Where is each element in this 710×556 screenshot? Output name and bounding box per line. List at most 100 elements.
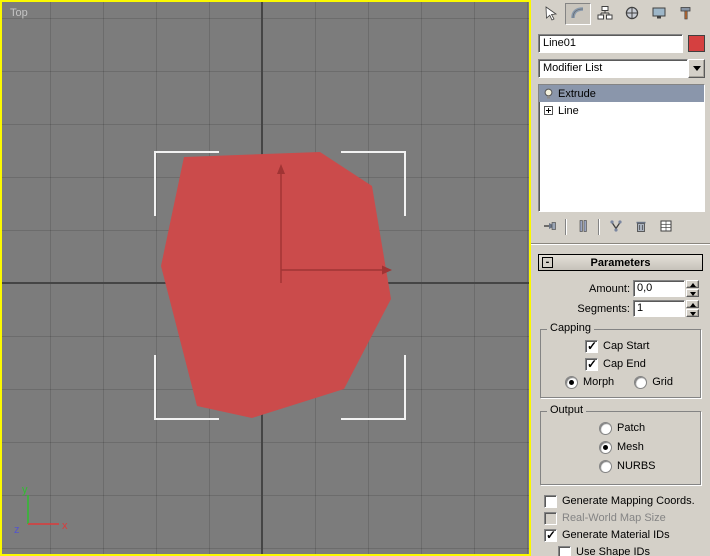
cap-end-label[interactable]: Cap End [603, 358, 646, 370]
tab-modify[interactable] [565, 3, 591, 25]
cap-type-row: Morph Grid [565, 375, 696, 389]
patch-radio[interactable] [599, 421, 612, 435]
spin-down-icon [690, 292, 696, 296]
display-monitor-icon [651, 5, 667, 24]
modifier-list-dropdown-button[interactable] [688, 59, 705, 78]
cap-start-checkbox[interactable] [585, 339, 598, 353]
motion-wheel-icon [624, 5, 640, 24]
amount-spin-up-button[interactable] [686, 280, 699, 288]
modifier-list-value[interactable]: Modifier List [538, 59, 688, 78]
nurbs-radio[interactable] [599, 459, 612, 473]
base-object-label: Line [558, 104, 579, 117]
modifier-stack: Extrude Line [538, 84, 705, 212]
patch-label[interactable]: Patch [617, 422, 645, 434]
show-end-result-icon [576, 219, 590, 236]
extruded-shape[interactable] [161, 152, 391, 418]
chevron-down-icon [692, 66, 701, 71]
configure-sets-icon [659, 219, 673, 236]
object-color-swatch[interactable] [688, 35, 705, 52]
remove-modifier-button[interactable] [629, 217, 652, 237]
capping-group-title: Capping [547, 322, 594, 334]
segments-spinner [686, 300, 699, 317]
amount-input[interactable]: 0,0 [633, 280, 685, 297]
real-world-map-size-label: Real-World Map Size [562, 512, 666, 524]
panel-divider [531, 243, 710, 245]
output-group: Output Patch Mesh NURBS [540, 404, 701, 485]
generate-material-ids-checkbox[interactable] [544, 528, 557, 542]
modifier-list-dropdown[interactable]: Modifier List [538, 59, 705, 78]
morph-label[interactable]: Morph [583, 376, 614, 388]
nurbs-label[interactable]: NURBS [617, 460, 656, 472]
spin-up-icon [690, 303, 696, 307]
segments-spin-down-button[interactable] [686, 309, 699, 317]
command-panel-tabs [531, 0, 710, 27]
grid-label[interactable]: Grid [652, 376, 673, 388]
show-end-result-button[interactable] [571, 217, 594, 237]
viewport-top[interactable]: y x z Top [0, 0, 531, 556]
3ds-max-window: y x z Top Line01 Modifier List Extrude L… [0, 0, 710, 556]
tab-utilities[interactable] [673, 3, 699, 25]
viewport-grid: y x z Top [2, 2, 529, 554]
generate-mapping-coords-row: Generate Mapping Coords. [544, 494, 703, 508]
modifier-stack-item-extrude[interactable]: Extrude [539, 85, 704, 102]
viewport-label[interactable]: Top [10, 7, 28, 19]
cap-end-row: Cap End [585, 357, 696, 371]
spin-down-icon [690, 312, 696, 316]
mesh-radio[interactable] [599, 440, 612, 454]
amount-spinner [686, 280, 699, 297]
tab-hierarchy[interactable] [592, 3, 618, 25]
tab-create[interactable] [538, 3, 564, 25]
parameters-rollout-body: Amount: 0,0 Segments: 1 Capping ✓ Cap St… [538, 271, 703, 556]
segments-spin-up-button[interactable] [686, 300, 699, 308]
cap-start-label[interactable]: Cap Start [603, 340, 649, 352]
capping-group: Capping Cap Start Cap End Morph Grid [540, 322, 701, 398]
modifier-bulb-icon[interactable] [542, 88, 554, 100]
modifier-stack-toolbar [538, 215, 705, 239]
viewport-scene: y x z [14, 151, 406, 536]
hierarchy-boxes-icon [597, 5, 613, 24]
tab-display[interactable] [646, 3, 672, 25]
collapse-icon[interactable]: - [542, 257, 553, 268]
nurbs-row: NURBS [599, 459, 696, 473]
mesh-label[interactable]: Mesh [617, 441, 644, 453]
cap-end-checkbox[interactable] [585, 357, 598, 371]
configure-modifier-sets-button[interactable] [654, 217, 677, 237]
amount-spin-down-button[interactable] [686, 289, 699, 297]
parameters-rollout: - Parameters Amount: 0,0 Segments: 1 Cap… [538, 254, 703, 556]
generate-material-ids-row: Generate Material IDs [544, 528, 703, 542]
axis-y-label: y [22, 484, 28, 496]
object-name-input[interactable]: Line01 [538, 34, 683, 53]
axis-z-label: z [14, 524, 20, 536]
real-world-map-size-checkbox[interactable] [544, 511, 557, 525]
patch-row: Patch [599, 421, 696, 435]
morph-radio[interactable] [565, 375, 578, 389]
generate-mapping-coords-checkbox[interactable] [544, 494, 557, 508]
grid-radio[interactable] [634, 375, 648, 389]
parameters-rollout-header[interactable]: - Parameters [538, 254, 703, 271]
modifier-stack-item-label: Extrude [558, 87, 596, 100]
generate-mapping-coords-label[interactable]: Generate Mapping Coords. [562, 495, 695, 507]
command-panel: Line01 Modifier List Extrude Line - Para… [531, 0, 710, 556]
object-name-row: Line01 [538, 34, 705, 53]
tab-motion[interactable] [619, 3, 645, 25]
real-world-map-size-row: Real-World Map Size [544, 511, 703, 525]
generate-material-ids-label[interactable]: Generate Material IDs [562, 529, 670, 541]
modifier-stack-item-line[interactable]: Line [539, 102, 704, 119]
axis-x-label: x [62, 520, 68, 532]
expand-plus-icon[interactable] [542, 105, 554, 117]
segments-input[interactable]: 1 [633, 300, 685, 317]
use-shape-ids-checkbox[interactable] [558, 545, 571, 556]
rollout-title: Parameters [590, 256, 651, 269]
segments-label: Segments: [577, 302, 630, 315]
toolbar-separator [598, 219, 600, 235]
create-arrow-icon [543, 5, 559, 24]
pin-stack-button[interactable] [538, 217, 561, 237]
make-unique-button[interactable] [604, 217, 627, 237]
spin-up-icon [690, 283, 696, 287]
options-list: Generate Mapping Coords. Real-World Map … [544, 494, 703, 556]
use-shape-ids-label[interactable]: Use Shape IDs [576, 546, 650, 556]
amount-label: Amount: [589, 282, 630, 295]
amount-row: Amount: 0,0 [538, 280, 699, 297]
segments-row: Segments: 1 [538, 300, 699, 317]
mesh-row: Mesh [599, 440, 696, 454]
